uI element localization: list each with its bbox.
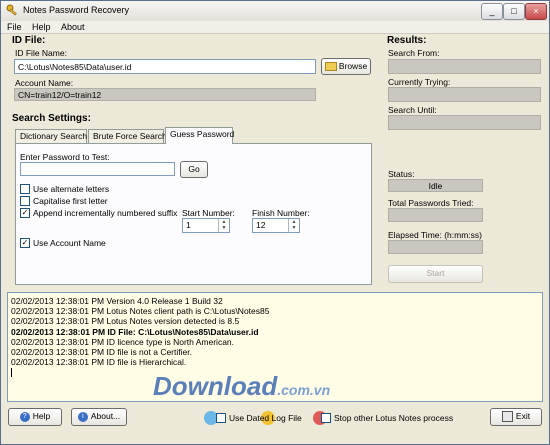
exit-button-label: Exit: [515, 411, 531, 421]
start-number-spinner[interactable]: 1 ▲ ▼: [182, 218, 230, 233]
status-label: Status:: [388, 169, 415, 179]
search-from-label: Search From:: [388, 48, 440, 58]
password-test-input[interactable]: [20, 162, 175, 176]
help-button[interactable]: ? Help: [8, 408, 62, 426]
log-cursor: [11, 368, 12, 378]
start-number-value: 1: [186, 220, 191, 230]
menu-file[interactable]: File: [7, 22, 22, 32]
tab-dictionary-search[interactable]: Dictionary Search: [15, 129, 87, 143]
exit-button[interactable]: Exit: [490, 408, 542, 426]
capitalise-first-checkbox[interactable]: [20, 196, 30, 206]
id-file-name-label: ID File Name:: [15, 48, 67, 58]
about-button-label: About...: [90, 411, 121, 421]
id-file-name-input[interactable]: C:\Lotus\Notes85\Data\user.id: [14, 59, 316, 74]
account-name-field: CN=train12/O=train12: [14, 88, 316, 101]
finish-number-value: 12: [256, 220, 266, 230]
spinner-arrows-icon[interactable]: ▲ ▼: [218, 219, 229, 232]
alternate-letters-checkbox[interactable]: [20, 184, 30, 194]
log-line: 02/02/2013 12:38:01 PM ID file is not a …: [11, 347, 192, 358]
stop-other-checkbox[interactable]: [321, 413, 331, 423]
guess-password-panel: Enter Password to Test: Go Use alternate…: [15, 143, 372, 285]
search-settings-heading: Search Settings:: [12, 113, 91, 124]
start-number-label: Start Number:: [182, 208, 235, 218]
menu-about[interactable]: About: [61, 22, 85, 32]
currently-trying-field: [388, 87, 541, 102]
account-name-label: Account Name:: [15, 78, 74, 88]
dated-log-label: Use Dated Log File: [229, 413, 302, 423]
capitalise-first-label: Capitalise first letter: [33, 196, 108, 206]
search-from-field: [388, 59, 541, 74]
exit-icon: [501, 411, 513, 423]
enter-password-label: Enter Password to Test:: [20, 152, 110, 162]
help-button-label: Help: [32, 411, 51, 421]
log-line: 02/02/2013 12:38:01 PM ID licence type i…: [11, 336, 235, 347]
menu-bar: File Help About: [1, 21, 549, 34]
search-until-label: Search Until:: [388, 105, 437, 115]
append-suffix-checkbox[interactable]: ✓: [20, 208, 30, 218]
about-button[interactable]: i About...: [71, 408, 127, 426]
download-watermark: Download.com.vn: [153, 371, 330, 402]
title-bar: Notes Password Recovery _ □ ×: [1, 1, 549, 22]
close-button[interactable]: ×: [525, 3, 547, 20]
log-line: 02/02/2013 12:38:01 PM Lotus Notes versi…: [11, 316, 240, 327]
key-icon: [6, 4, 17, 16]
stop-other-label: Stop other Lotus Notes process: [334, 413, 454, 423]
browse-label: Browse: [338, 61, 368, 71]
folder-icon: [324, 62, 337, 72]
info-icon: i: [77, 411, 88, 422]
tab-brute-force-search[interactable]: Brute Force Search: [88, 129, 167, 143]
id-file-heading: ID File:: [12, 35, 46, 46]
currently-trying-label: Currently Trying:: [388, 77, 451, 87]
window-title: Notes Password Recovery: [23, 5, 130, 15]
watermark-sub: .com.vn: [277, 382, 331, 398]
help-icon: ?: [19, 411, 30, 422]
tab-guess-password[interactable]: Guess Password: [165, 127, 234, 144]
results-heading: Results:: [387, 35, 427, 46]
finish-number-label: Finish Number:: [252, 208, 310, 218]
go-button[interactable]: Go: [180, 161, 208, 178]
status-field: Idle: [388, 179, 483, 192]
total-passwords-label: Total Passwords Tried:: [388, 198, 474, 208]
spinner-arrows-icon[interactable]: ▲ ▼: [288, 219, 299, 232]
use-account-name-checkbox[interactable]: ✓: [20, 238, 30, 248]
elapsed-time-field: [388, 240, 483, 254]
log-line: 02/02/2013 12:38:01 PM Version 4.0 Relea…: [11, 296, 223, 306]
append-suffix-label: Append incrementally numbered suffix: [33, 208, 178, 218]
total-passwords-field: [388, 208, 483, 222]
app-window: Notes Password Recovery _ □ × File Help …: [0, 0, 550, 445]
elapsed-time-label: Elapsed Time: (h:mm:ss): [388, 230, 482, 240]
maximize-button[interactable]: □: [503, 3, 525, 20]
browse-button[interactable]: Browse: [321, 58, 371, 75]
use-account-name-label: Use Account Name: [33, 238, 106, 248]
watermark-main: Download: [153, 371, 278, 401]
dated-log-checkbox[interactable]: [216, 413, 226, 423]
menu-help[interactable]: Help: [32, 22, 51, 32]
finish-number-spinner[interactable]: 12 ▲ ▼: [252, 218, 300, 233]
log-line: 02/02/2013 12:38:01 PM ID File: C:\Lotus…: [11, 326, 259, 337]
search-until-field: [388, 115, 541, 130]
alternate-letters-label: Use alternate letters: [33, 184, 110, 194]
log-line: 02/02/2013 12:38:01 PM ID file is Hierar…: [11, 357, 187, 368]
log-line: 02/02/2013 12:38:01 PM Lotus Notes clien…: [11, 306, 270, 317]
start-button[interactable]: Start: [388, 265, 483, 283]
minimize-button[interactable]: _: [481, 3, 503, 20]
